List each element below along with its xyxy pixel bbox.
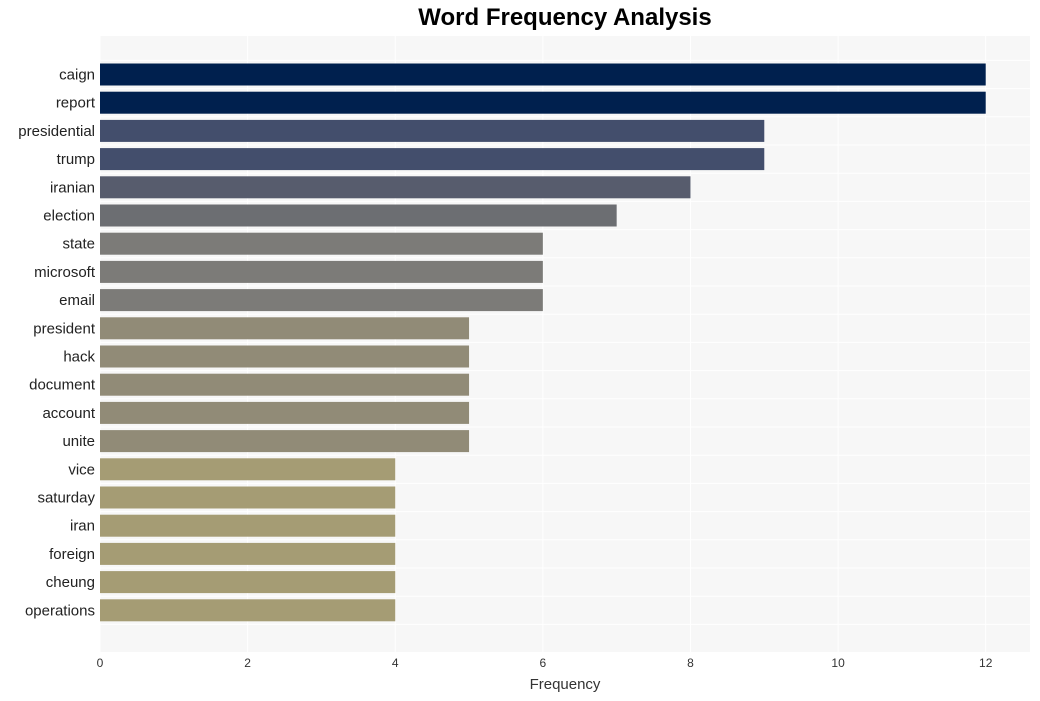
- bar-trump: [100, 148, 765, 171]
- x-tick-label: 6: [540, 656, 547, 670]
- y-tick-label: iranian: [50, 179, 95, 196]
- bar-hack: [100, 345, 470, 368]
- x-tick-label: 12: [979, 656, 993, 670]
- y-tick-label: report: [56, 95, 96, 112]
- x-tick-label: 0: [97, 656, 104, 670]
- bar-chart: caign report presidential trump iranian elect…: [18, 36, 1030, 693]
- x-tick-label: 8: [687, 656, 694, 670]
- bar-iranian: [100, 176, 691, 199]
- y-tick-label: presidential: [18, 123, 95, 140]
- bar-foreign: [100, 542, 396, 565]
- y-tick-label: account: [42, 405, 95, 422]
- y-tick-label: operations: [25, 602, 95, 619]
- y-tick-label: cheung: [46, 574, 95, 591]
- x-axis-title: Frequency: [530, 676, 601, 693]
- y-tick-label: microsoft: [34, 264, 96, 281]
- bar-email: [100, 289, 543, 312]
- bar-state: [100, 232, 543, 255]
- y-tick-label: caign: [59, 67, 95, 84]
- bar-account: [100, 401, 470, 424]
- bar-report: [100, 91, 986, 114]
- x-tick-label: 2: [244, 656, 251, 670]
- y-axis-labels: caign report presidential trump iranian elect…: [18, 67, 96, 620]
- y-tick-label: foreign: [49, 546, 95, 563]
- bar-iran: [100, 514, 396, 537]
- bar-operations: [100, 599, 396, 622]
- bar-vice: [100, 458, 396, 481]
- x-axis-ticks: 0 2 4 6 8 10 12: [97, 656, 993, 670]
- bar-presidential: [100, 119, 765, 142]
- y-tick-label: trump: [57, 151, 95, 168]
- y-tick-label: document: [29, 377, 96, 394]
- bar-cheung: [100, 571, 396, 594]
- bar-saturday: [100, 486, 396, 509]
- bar-microsoft: [100, 260, 543, 283]
- x-tick-label: 4: [392, 656, 399, 670]
- y-tick-label: election: [43, 208, 95, 225]
- bar-president: [100, 317, 470, 340]
- y-tick-label: president: [33, 320, 96, 337]
- y-tick-label: state: [62, 236, 95, 253]
- y-tick-label: hack: [63, 349, 95, 366]
- y-tick-label: saturday: [37, 490, 95, 507]
- y-tick-label: iran: [70, 518, 95, 535]
- bar-caign: [100, 63, 986, 86]
- y-tick-label: unite: [62, 433, 95, 450]
- bar-document: [100, 373, 470, 396]
- y-tick-label: vice: [68, 461, 95, 478]
- bar-unite: [100, 430, 470, 453]
- y-tick-label: email: [59, 292, 95, 309]
- x-tick-label: 10: [831, 656, 845, 670]
- bar-election: [100, 204, 617, 227]
